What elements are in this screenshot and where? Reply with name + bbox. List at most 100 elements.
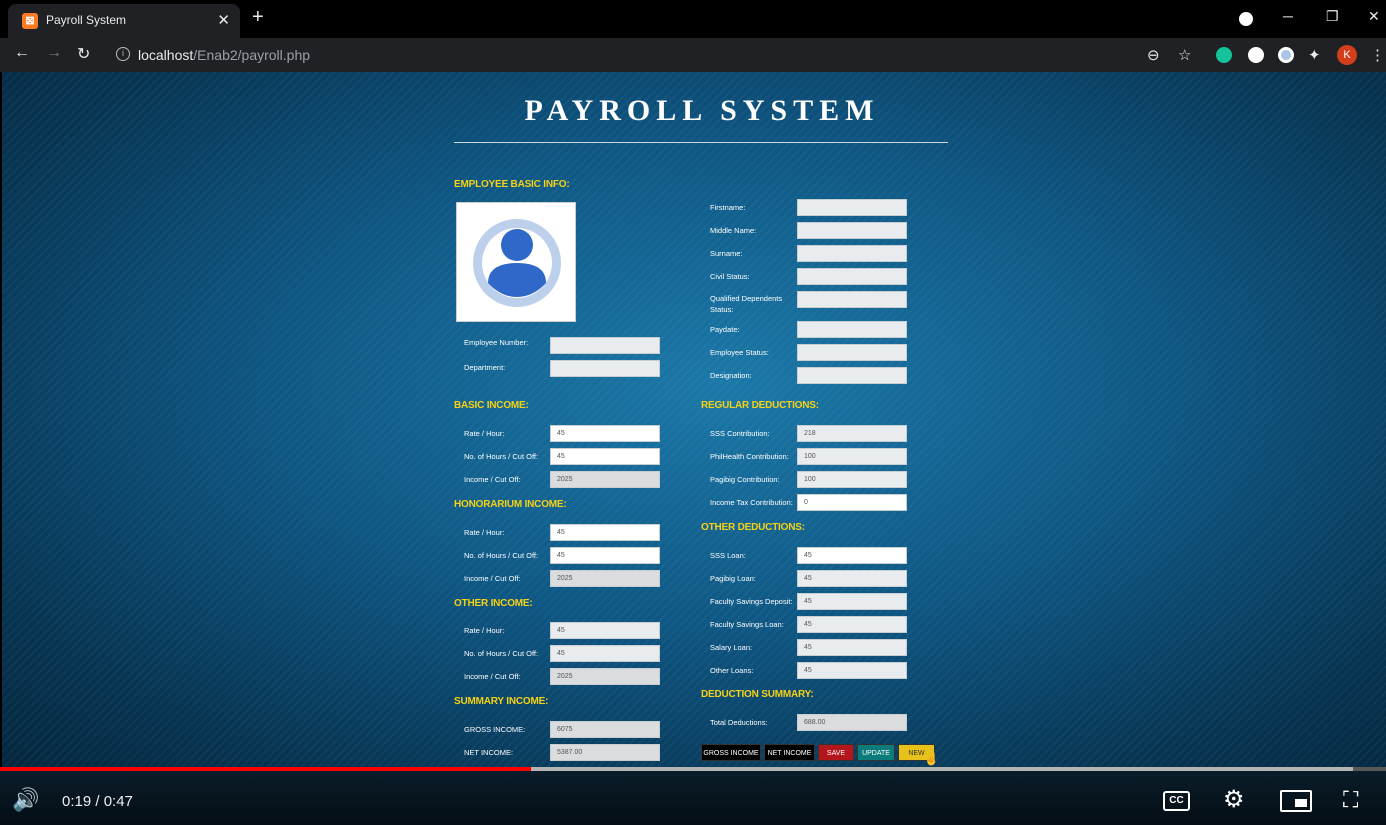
employee-number-input[interactable] [550, 337, 660, 354]
sss-loan-label: SSS Loan: [710, 551, 746, 560]
video-controls: 🔊 0:19 / 0:47 CC ⚙ ⛶ [0, 771, 1386, 825]
total-deductions-output: 688.00 [797, 714, 907, 731]
chrome-media-icon[interactable] [1239, 12, 1253, 26]
section-deduction-summary: DEDUCTION SUMMARY: [701, 689, 814, 700]
sss-contribution-input[interactable]: 218 [797, 425, 907, 442]
url-text: localhost/Enab2/payroll.php [138, 47, 310, 63]
net-income-output: 5387.00 [550, 744, 660, 761]
faculty-savings-deposit-label: Faculty Savings Deposit: [710, 597, 793, 606]
civil-status-input[interactable] [797, 268, 907, 285]
video-time: 0:19 / 0:47 [62, 793, 133, 810]
extension-icon[interactable] [1248, 47, 1264, 63]
other-rate-label: Rate / Hour: [464, 626, 505, 635]
department-input[interactable] [550, 360, 660, 377]
address-bar[interactable]: i localhost/Enab2/payroll.php [106, 42, 1206, 68]
site-info-icon[interactable]: i [116, 47, 130, 61]
designation-input[interactable] [797, 367, 907, 384]
salary-loan-label: Salary Loan: [710, 643, 753, 652]
total-deductions-label: Total Deductions: [710, 718, 768, 727]
other-income-output: 2025 [550, 668, 660, 685]
basic-income-output: 2025 [550, 471, 660, 488]
basic-rate-input[interactable]: 45 [550, 425, 660, 442]
philhealth-contribution-input[interactable]: 100 [797, 448, 907, 465]
other-loans-input[interactable]: 45 [797, 662, 907, 679]
basic-hours-label: No. of Hours / Cut Off: [464, 452, 539, 461]
save-button[interactable]: SAVE [818, 744, 854, 761]
browser-toolbar: ← → ↻ i localhost/Enab2/payroll.php ⊖ ☆ … [0, 38, 1386, 72]
user-avatar-icon [473, 219, 561, 307]
page-title: PAYROLL SYSTEM [524, 94, 880, 127]
firstname-input[interactable] [797, 199, 907, 216]
section-summary-income: SUMMARY INCOME: [454, 696, 549, 707]
hand-cursor-icon: ☝ [924, 752, 939, 766]
income-tax-input[interactable]: 0 [797, 494, 907, 511]
net-income-label: NET INCOME: [464, 748, 514, 757]
gross-income-label: GROSS INCOME: [464, 725, 526, 734]
zoom-icon[interactable]: ⊖ [1147, 46, 1160, 64]
salary-loan-input[interactable]: 45 [797, 639, 907, 656]
qualified-dependents-input[interactable] [797, 291, 907, 308]
captions-button[interactable]: CC [1163, 791, 1190, 811]
income-tax-label: Income Tax Contribution: [710, 498, 793, 507]
close-tab-icon[interactable]: ✕ [217, 11, 230, 29]
section-regular-deductions: REGULAR DEDUCTIONS: [701, 400, 819, 411]
other-loans-label: Other Loans: [710, 666, 754, 675]
section-employee-basic-info: EMPLOYEE BASIC INFO: [454, 179, 570, 190]
reload-button[interactable]: ↻ [77, 44, 90, 64]
designation-label: Designation: [710, 371, 752, 380]
honorarium-hours-input[interactable]: 45 [550, 547, 660, 564]
surname-input[interactable] [797, 245, 907, 262]
gross-income-output: 6075 [550, 721, 660, 738]
xampp-favicon-icon: ⊠ [22, 13, 38, 29]
employee-photo[interactable] [456, 202, 576, 322]
profile-avatar[interactable]: K [1337, 45, 1357, 65]
settings-gear-icon[interactable]: ⚙ [1223, 785, 1245, 814]
new-tab-button[interactable]: + [252, 7, 264, 27]
employee-number-label: Employee Number: [464, 338, 529, 347]
restore-button[interactable]: ❐ [1326, 8, 1339, 25]
url-path: /Enab2/payroll.php [193, 47, 311, 63]
sss-contribution-label: SSS Contribution: [710, 429, 770, 438]
section-other-income: OTHER INCOME: [454, 598, 533, 609]
employee-status-input[interactable] [797, 344, 907, 361]
other-income-label: Income / Cut Off: [464, 672, 521, 681]
faculty-savings-loan-input[interactable]: 45 [797, 616, 907, 633]
faculty-savings-deposit-input[interactable]: 45 [797, 593, 907, 610]
middle-name-label: Middle Name: [710, 226, 757, 235]
volume-icon[interactable]: 🔊 [12, 787, 39, 813]
payroll-page: PAYROLL SYSTEM EMPLOYEE BASIC INFO: Empl… [2, 72, 1386, 767]
paydate-label: Paydate: [710, 325, 740, 334]
chrome-menu-icon[interactable]: ⋮ [1370, 46, 1385, 64]
basic-hours-input[interactable]: 45 [550, 448, 660, 465]
middle-name-input[interactable] [797, 222, 907, 239]
other-hours-input[interactable]: 45 [550, 645, 660, 662]
miniplayer-icon[interactable] [1280, 790, 1312, 812]
bookmark-star-icon[interactable]: ☆ [1178, 46, 1191, 64]
minimize-button[interactable]: ─ [1283, 8, 1293, 24]
section-honorarium-income: HONORARIUM INCOME: [454, 499, 567, 510]
sss-loan-input[interactable]: 45 [797, 547, 907, 564]
close-window-button[interactable]: ✕ [1368, 8, 1380, 25]
other-rate-input[interactable]: 45 [550, 622, 660, 639]
surname-label: Surname: [710, 249, 743, 258]
extension-icon-2[interactable] [1278, 47, 1294, 63]
update-button[interactable]: UPDATE [857, 744, 895, 761]
pagibig-contribution-input[interactable]: 100 [797, 471, 907, 488]
paydate-input[interactable] [797, 321, 907, 338]
employee-status-label: Employee Status: [710, 348, 769, 357]
honorarium-income-output: 2025 [550, 570, 660, 587]
browser-tab[interactable]: ⊠ Payroll System ✕ [8, 4, 240, 38]
net-income-button[interactable]: NET INCOME [764, 744, 815, 761]
pagibig-loan-input[interactable]: 45 [797, 570, 907, 587]
fullscreen-icon[interactable]: ⛶ [1343, 787, 1358, 813]
firstname-label: Firstname: [710, 203, 746, 212]
civil-status-label: Civil Status: [710, 272, 750, 281]
gross-income-button[interactable]: GROSS INCOME [701, 744, 761, 761]
honorarium-rate-input[interactable]: 45 [550, 524, 660, 541]
section-basic-income: BASIC INCOME: [454, 400, 529, 411]
extensions-puzzle-icon[interactable]: ✦ [1308, 46, 1321, 64]
grammarly-extension-icon[interactable] [1216, 47, 1232, 63]
honorarium-hours-label: No. of Hours / Cut Off: [464, 551, 539, 560]
forward-button[interactable]: → [46, 44, 62, 62]
back-button[interactable]: ← [14, 44, 30, 62]
